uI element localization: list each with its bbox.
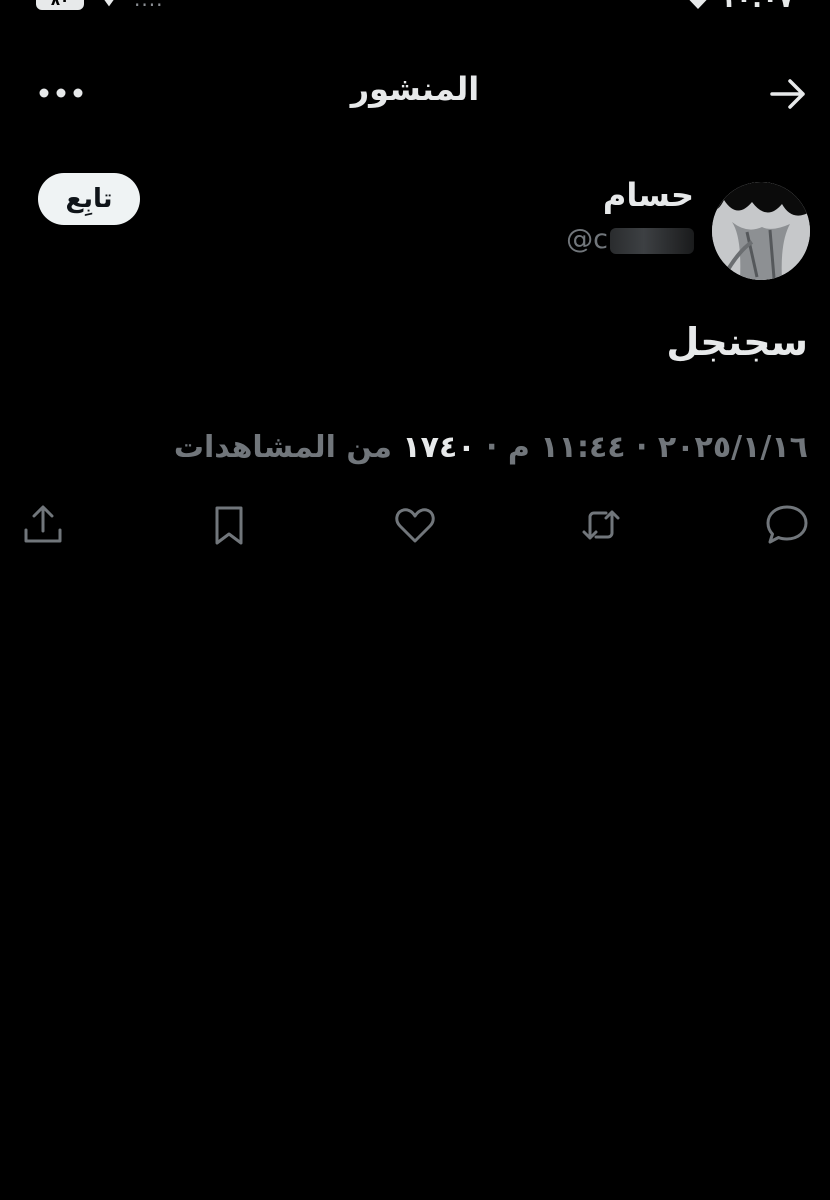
status-bar: ٨٠ .... ١٠:٠٧: [0, 0, 830, 14]
more-button[interactable]: [36, 78, 86, 108]
reply-icon: [766, 505, 808, 544]
handle-redaction: [610, 227, 694, 254]
signal-icon: ....: [134, 0, 163, 10]
page-title: المنشور: [350, 70, 480, 108]
like-icon: [395, 508, 435, 543]
wifi-icon: [104, 0, 114, 7]
post-date[interactable]: ٢٠٢٥/١/١٦: [658, 430, 808, 465]
avatar-image: [712, 182, 810, 280]
bookmark-icon: [215, 506, 243, 545]
views-count: ١٧٤٠: [402, 430, 476, 465]
status-left: ٨٠ ....: [36, 0, 163, 10]
post-text: سجنجل: [666, 320, 808, 364]
avatar[interactable]: [712, 182, 810, 280]
repost-icon: [582, 510, 620, 540]
author-handle-prefix: @c: [566, 224, 608, 255]
like-button[interactable]: [392, 502, 438, 548]
more-dots-icon: [39, 88, 83, 98]
share-icon: [24, 505, 62, 543]
status-time: ١٠:٠٧: [720, 0, 794, 12]
views-label: من المشاهدات: [173, 430, 392, 465]
post-meta: ٢٠٢٥/١/١٦ · ١١:٤٤ م · ١٧٤٠ من المشاهدات: [174, 430, 808, 465]
battery-icon: ٨٠: [36, 0, 84, 10]
top-nav: المنشور: [0, 62, 830, 122]
author-handle[interactable]: @c: [566, 224, 694, 255]
author-row: حسام @c تابِع: [0, 170, 830, 280]
bookmark-button[interactable]: [206, 502, 252, 548]
meta-separator: ·: [636, 430, 648, 465]
post-time[interactable]: ١١:٤٤ م: [508, 430, 626, 465]
share-button[interactable]: [20, 502, 66, 548]
follow-button[interactable]: تابِع: [38, 173, 140, 225]
status-right: ١٠:٠٧: [686, 0, 794, 12]
meta-separator: ·: [486, 430, 498, 465]
author-name[interactable]: حسام: [603, 176, 694, 214]
heart-icon: [689, 0, 707, 9]
action-bar: [0, 502, 830, 550]
reply-button[interactable]: [764, 502, 810, 548]
repost-button[interactable]: [578, 502, 624, 548]
